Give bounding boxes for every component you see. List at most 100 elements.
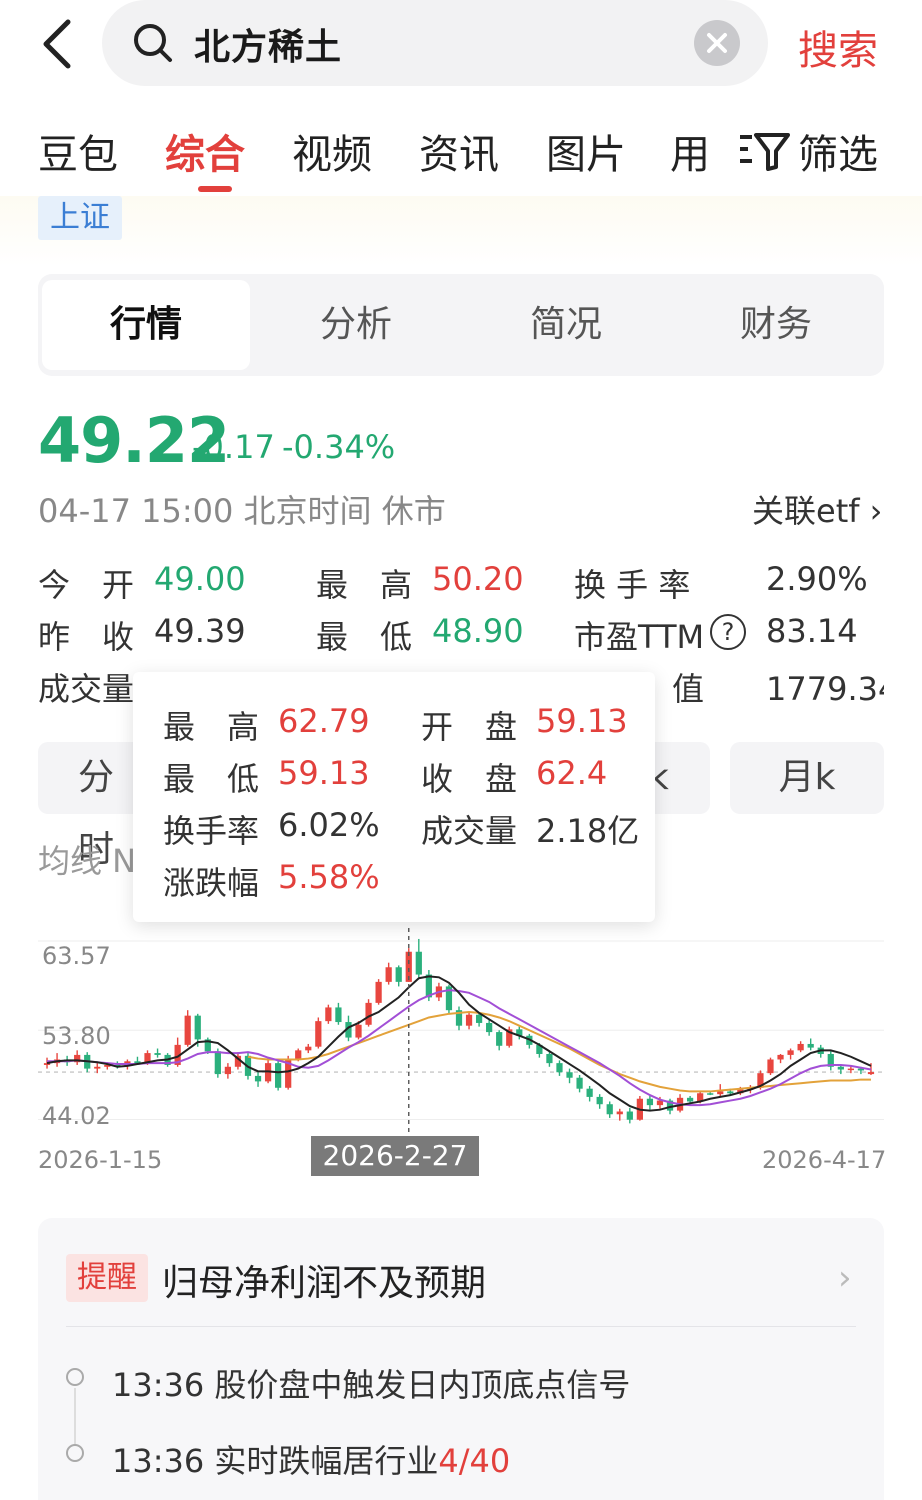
crosshair-date: 2026-2-27 <box>311 1136 479 1176</box>
candle <box>184 1010 191 1047</box>
prev-close-value: 49.39 <box>154 612 246 650</box>
related-etf-link[interactable]: 关联etf › <box>752 486 882 532</box>
segment-quote[interactable]: 行情 <box>42 280 250 370</box>
candle <box>787 1048 794 1060</box>
period-tab-monthly[interactable]: 月k <box>730 742 884 814</box>
reminder-item-time: 13:36 <box>112 1366 205 1404</box>
market-cap-label: 值 <box>672 670 705 708</box>
reminder-item-highlight: 4/40 <box>438 1442 511 1480</box>
tip-open-label: 开 盘 <box>421 708 518 746</box>
candle <box>596 1094 603 1109</box>
search-query: 北方稀土 <box>194 27 343 68</box>
exchange-badge: 上证 <box>38 196 122 240</box>
candle <box>415 938 422 978</box>
tip-low-label: 最 低 <box>163 760 260 798</box>
candle <box>53 1053 61 1067</box>
candle <box>455 1006 463 1031</box>
x-tick-start: 2026-1-15 <box>38 1146 163 1174</box>
candle <box>556 1060 563 1076</box>
reminder-item-text: 实时跌幅居行业 <box>214 1442 439 1480</box>
high-value: 50.20 <box>432 560 524 598</box>
tip-open-value: 59.13 <box>536 702 628 740</box>
reminder-card[interactable]: 提醒 归母净利润不及预期 › 13:36 股价盘中触发日内顶底点信号 13:36… <box>38 1218 884 1500</box>
pe-ttm-value: 83.14 <box>766 612 858 650</box>
timeline-dot <box>66 1368 84 1386</box>
candle <box>807 1038 814 1051</box>
tab-general[interactable]: 综合 <box>165 122 245 180</box>
candle-tooltip: 最 高 62.79 开 盘 59.13 最 低 59.13 收 盘 62.4 换… <box>133 672 655 922</box>
period-tab-intraday[interactable]: 分时 <box>38 742 144 870</box>
tab-video[interactable]: 视频 <box>292 122 372 180</box>
candle <box>385 962 392 985</box>
segment-analysis[interactable]: 分析 <box>252 280 460 370</box>
candle <box>827 1051 834 1071</box>
candle <box>767 1057 774 1075</box>
timeline-line <box>74 1388 76 1452</box>
candle <box>707 1092 714 1096</box>
reminder-title: 归母净利润不及预期 <box>162 1263 487 1304</box>
tip-volume-label: 成交量 <box>421 812 518 850</box>
candle <box>335 1002 342 1025</box>
divider-band <box>0 196 922 266</box>
candle <box>445 984 453 1014</box>
x-tick-end: 2026-4-17 <box>762 1146 887 1174</box>
reminder-divider <box>66 1326 856 1327</box>
candle <box>154 1048 161 1058</box>
open-value: 49.00 <box>154 560 246 598</box>
candle <box>305 1043 312 1054</box>
tip-close-value: 62.4 <box>536 754 608 792</box>
candle <box>646 1096 654 1110</box>
tip-turnover-value: 6.02% <box>278 806 380 844</box>
pe-ttm-label: 市盈TTM <box>574 618 705 656</box>
open-label: 今 开 <box>38 566 135 604</box>
tab-images[interactable]: 图片 <box>546 122 626 180</box>
reminder-item-time: 13:36 <box>112 1442 205 1480</box>
filter-button[interactable]: 筛选 <box>738 122 878 180</box>
candle <box>375 979 382 1005</box>
candle <box>275 1060 282 1091</box>
market-cap-value: 1779.34亿 <box>766 670 884 708</box>
quote-time: 04-17 15:00 北京时间 休市 <box>38 492 446 530</box>
tab-more[interactable]: 用 <box>670 122 710 180</box>
search-button[interactable]: 搜索 <box>798 18 878 76</box>
tab-doubao[interactable]: 豆包 <box>38 122 118 180</box>
candle <box>315 1017 322 1049</box>
segment-finance[interactable]: 财务 <box>672 280 880 370</box>
candle <box>285 1055 292 1090</box>
search-input[interactable]: 北方稀土 <box>102 0 768 86</box>
filter-label: 筛选 <box>798 132 878 178</box>
reminder-item[interactable]: 13:36 股价盘中触发日内顶底点信号 <box>112 1360 630 1406</box>
tip-change-label: 涨跌幅 <box>163 864 260 902</box>
candle <box>395 965 402 987</box>
prev-close-label: 昨 收 <box>38 618 135 656</box>
reminder-item-text: 股价盘中触发日内顶底点信号 <box>214 1366 631 1404</box>
chevron-right-icon[interactable]: › <box>838 1258 852 1298</box>
tab-news[interactable]: 资讯 <box>419 122 499 180</box>
reminder-item[interactable]: 13:36 实时跌幅居行业4/40 <box>112 1436 510 1482</box>
candle <box>496 1030 503 1051</box>
ma5-line <box>46 975 872 1112</box>
candle <box>254 1072 262 1087</box>
kline-svg <box>38 928 884 1138</box>
back-icon[interactable] <box>38 14 78 74</box>
price-change-percent: -0.34% <box>282 428 396 466</box>
candle <box>224 1063 232 1079</box>
timeline-dot <box>66 1444 84 1462</box>
help-icon[interactable]: ? <box>710 614 746 650</box>
high-label: 最 高 <box>316 566 413 604</box>
candle <box>586 1085 593 1102</box>
low-label: 最 低 <box>316 618 413 656</box>
candle <box>566 1068 573 1084</box>
candle <box>365 999 372 1027</box>
top-bar: 北方稀土 搜索 <box>0 0 922 92</box>
candle <box>616 1108 623 1121</box>
segment-profile[interactable]: 简况 <box>462 280 670 370</box>
clear-icon[interactable] <box>694 20 740 66</box>
active-tab-indicator <box>198 186 232 192</box>
candle <box>797 1041 804 1053</box>
y-tick-mid: 53.80 <box>42 1022 111 1050</box>
candle <box>626 1107 633 1124</box>
search-icon <box>132 22 174 64</box>
tip-close-label: 收 盘 <box>421 760 518 798</box>
candle <box>777 1054 784 1064</box>
